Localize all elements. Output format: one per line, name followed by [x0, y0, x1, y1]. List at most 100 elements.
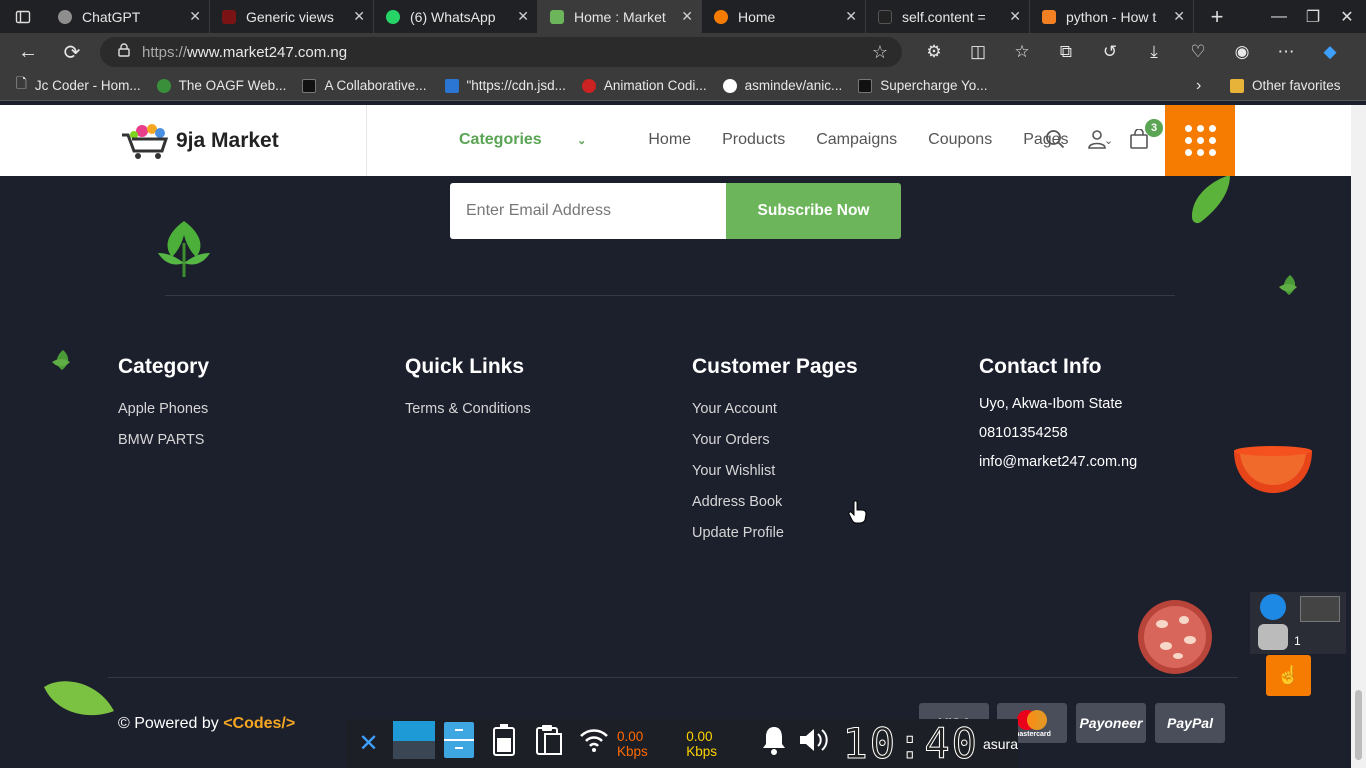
battery-icon[interactable]	[482, 724, 527, 763]
page-icon: 🗋	[16, 76, 27, 91]
newsletter-email-input[interactable]	[450, 183, 726, 239]
footer-link[interactable]: Apple Phones	[118, 401, 209, 432]
taskbar-label: asura	[982, 735, 1018, 752]
wifi-icon[interactable]	[572, 727, 617, 760]
chevron-right-icon[interactable]: ›	[1196, 77, 1201, 95]
nav-coupons[interactable]: Coupons	[928, 131, 992, 149]
close-tab-icon[interactable]: ✕	[353, 8, 365, 25]
footer-link[interactable]: Update Profile	[692, 525, 858, 556]
bookmark-item[interactable]: asmindev/anic...	[722, 78, 842, 93]
scrollbar-thumb[interactable]	[1355, 690, 1362, 760]
minimize-icon[interactable]: —	[1262, 8, 1296, 26]
close-tab-icon[interactable]: ✕	[681, 8, 693, 25]
volume-icon[interactable]	[793, 726, 834, 761]
divider	[108, 677, 1238, 678]
new-tab-icon[interactable]: +	[1194, 0, 1240, 33]
close-tab-icon[interactable]: ✕	[1009, 8, 1021, 25]
browser-tab[interactable]: self.content = ✕	[866, 0, 1030, 33]
database-icon[interactable]	[1258, 624, 1288, 650]
clock: 10:40	[842, 719, 979, 768]
bing-icon	[444, 78, 459, 93]
browser-tab[interactable]: Generic views ✕	[210, 0, 374, 33]
history-icon[interactable]: ↺	[1088, 42, 1132, 62]
nav-campaigns[interactable]: Campaigns	[816, 131, 897, 149]
leaf-icon	[52, 350, 70, 370]
footer-link[interactable]: Your Account	[692, 401, 858, 432]
edge-icon[interactable]	[1260, 594, 1286, 620]
browser-tab[interactable]: python - How t ✕	[1030, 0, 1194, 33]
bookmark-item[interactable]: A Collaborative...	[302, 78, 427, 93]
split-screen-icon[interactable]: ◫	[956, 42, 1000, 62]
footer-heading: Category	[118, 355, 210, 378]
footer-contact-column: Contact Info Uyo, Akwa-Ibom State 081013…	[979, 355, 1137, 483]
browser-tab[interactable]: (6) WhatsApp ✕	[374, 0, 538, 33]
browser-tab[interactable]: ChatGPT ✕	[46, 0, 210, 33]
close-tab-icon[interactable]: ✕	[845, 8, 857, 25]
browser-tab-active[interactable]: Home : Market ✕	[538, 0, 702, 33]
favorites-icon[interactable]: ☆	[1000, 42, 1044, 62]
close-tab-icon[interactable]: ✕	[1173, 8, 1185, 25]
subscribe-button[interactable]: Subscribe Now	[726, 183, 901, 239]
footer-link[interactable]: Your Wishlist	[692, 463, 858, 494]
search-icon[interactable]	[1045, 129, 1087, 155]
site-logo[interactable]: 9ja Market	[120, 123, 279, 159]
pa-icon	[302, 78, 317, 93]
contact-phone[interactable]: 08101354258	[979, 425, 1137, 454]
close-window-icon[interactable]: ✕	[1330, 7, 1364, 27]
back-icon[interactable]: ←	[6, 33, 50, 71]
close-tab-icon[interactable]: ✕	[517, 8, 529, 25]
footer-heading: Quick Links	[405, 355, 525, 378]
contact-email[interactable]: info@market247.com.ng	[979, 454, 1137, 483]
nav-home[interactable]: Home	[648, 131, 691, 149]
bookmark-item[interactable]: Animation Codi...	[581, 78, 707, 93]
grid-menu-button[interactable]	[1165, 105, 1235, 176]
footer-link[interactable]: Terms & Conditions	[405, 401, 531, 432]
footer-link[interactable]: Your Orders	[692, 432, 858, 463]
x-app-icon[interactable]: ✕	[346, 729, 391, 758]
leaf-icon	[1279, 275, 1297, 295]
window-thumbnail-icon[interactable]	[1300, 596, 1340, 622]
tray-count: 1	[1294, 634, 1301, 648]
window-icon[interactable]	[391, 721, 436, 766]
page-scrollbar[interactable]	[1351, 105, 1366, 768]
bookmark-item[interactable]: "https://cdn.jsd...	[444, 78, 566, 93]
mastercard-icon	[1017, 709, 1047, 730]
profile-avatar-icon[interactable]: ◉	[1220, 42, 1264, 62]
close-tab-icon[interactable]: ✕	[189, 8, 201, 25]
bookmark-item[interactable]: Supercharge Yo...	[858, 78, 988, 93]
restore-icon[interactable]: ❐	[1296, 7, 1330, 27]
tab-actions-icon[interactable]	[0, 0, 46, 33]
copilot-icon[interactable]: ◆	[1308, 42, 1352, 62]
codes-brand-link[interactable]: <Codes/>	[223, 715, 295, 732]
nav-products[interactable]: Products	[722, 131, 785, 149]
footer-link[interactable]: Address Book	[692, 494, 858, 525]
downloads-icon[interactable]: ⤓	[1132, 42, 1176, 62]
footer-link[interactable]: BMW PARTS	[118, 432, 209, 463]
refresh-icon[interactable]: ⟳	[50, 33, 94, 71]
bookmarks-bar: 🗋 Jc Coder - Hom... The OAGF Web... A Col…	[0, 71, 1366, 101]
other-favorites[interactable]: Other favorites	[1230, 78, 1341, 93]
chatgpt-icon	[58, 9, 72, 24]
extensions-icon[interactable]: ⚙	[912, 42, 956, 62]
performance-icon[interactable]: ♡	[1176, 42, 1220, 62]
user-icon[interactable]	[1087, 129, 1129, 155]
bell-icon[interactable]	[755, 725, 793, 762]
more-menu-icon[interactable]: ⋯	[1264, 42, 1308, 62]
bookmark-item[interactable]: The OAGF Web...	[156, 78, 286, 93]
address-bar[interactable]: https://www.market247.com.ng ☆	[100, 37, 902, 67]
browser-tab[interactable]: Home ✕	[702, 0, 866, 33]
file-cabinet-icon[interactable]	[436, 721, 481, 766]
bookmark-item[interactable]: 🗋 Jc Coder - Hom...	[16, 74, 141, 97]
divider	[366, 105, 367, 176]
floating-action-button[interactable]: ☝	[1266, 655, 1311, 696]
favorite-star-icon[interactable]: ☆	[872, 42, 888, 63]
nav-categories[interactable]: Categories ⌄	[459, 131, 617, 149]
paypal-badge: PayPal	[1155, 703, 1225, 743]
net-download-speed: 0.00 Kbps	[617, 728, 648, 759]
market-icon	[550, 9, 564, 24]
touch-icon: ☝	[1277, 665, 1300, 685]
divider	[165, 295, 1175, 296]
browser-toolbar-icons: ⚙ ◫ ☆ ⧉ ↺ ⤓ ♡ ◉ ⋯ ◆	[912, 33, 1352, 71]
clipboard-icon[interactable]	[527, 724, 572, 763]
collections-icon[interactable]: ⧉	[1044, 42, 1088, 62]
